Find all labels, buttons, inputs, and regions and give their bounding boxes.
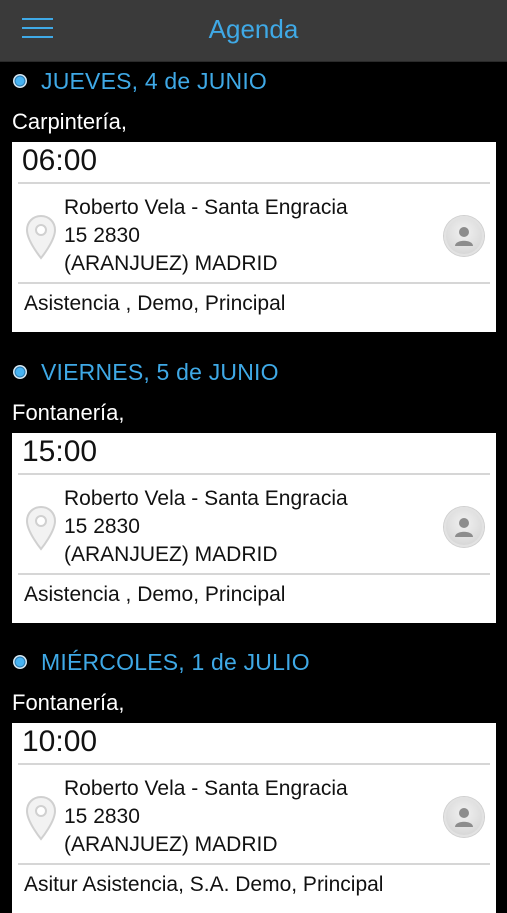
divider [18, 473, 490, 475]
person-icon [455, 518, 473, 537]
person-icon [455, 808, 473, 827]
appointment-time: 06:00 [22, 144, 98, 177]
appointment-tags: Asitur Asistencia, S.A. Demo, Principal [24, 873, 384, 896]
appointment-tags: Asistencia , Demo, Principal [24, 292, 286, 315]
appointment-time: 15:00 [22, 435, 98, 468]
address-line: 15 2830 [64, 224, 140, 247]
divider [18, 863, 490, 865]
address-block: Roberto Vela - Santa Engracia 15 2830 (A… [64, 194, 348, 278]
service-type-label: Carpintería, [12, 109, 127, 134]
day-header: JUEVES, 4 de JUNIO [0, 62, 507, 102]
divider [18, 573, 490, 575]
top-bar: Agenda [0, 0, 507, 62]
day-date-label: MIÉRCOLES, 1 de JULIO [41, 649, 310, 675]
address-block: Roberto Vela - Santa Engracia 15 2830 (A… [64, 775, 348, 859]
person-icon [455, 227, 473, 246]
divider [18, 282, 490, 284]
bullet-dot-icon [13, 365, 27, 379]
day-date-label: VIERNES, 5 de JUNIO [41, 359, 279, 385]
contact-button[interactable] [444, 216, 484, 256]
divider [18, 763, 490, 765]
address-line: Roberto Vela - Santa Engracia [64, 777, 348, 800]
appointment-card[interactable]: 06:00 Roberto Vela - Santa Engracia 15 2… [12, 142, 496, 332]
service-type-label: Fontanería, [12, 400, 125, 425]
appointment-time: 10:00 [22, 725, 98, 758]
address-block: Roberto Vela - Santa Engracia 15 2830 (A… [64, 485, 348, 569]
address-line: (ARANJUEZ) MADRID [64, 833, 278, 856]
appointment-tags: Asistencia , Demo, Principal [24, 583, 286, 606]
contact-button[interactable] [444, 797, 484, 837]
address-line: (ARANJUEZ) MADRID [64, 543, 278, 566]
map-pin-icon [25, 505, 57, 551]
address-line: Roberto Vela - Santa Engracia [64, 487, 348, 510]
address-line: Roberto Vela - Santa Engracia [64, 196, 348, 219]
address-line: (ARANJUEZ) MADRID [64, 252, 278, 275]
day-date-label: JUEVES, 4 de JUNIO [41, 68, 268, 94]
contact-button[interactable] [444, 507, 484, 547]
map-pin-icon [25, 214, 57, 260]
bullet-dot-icon [13, 74, 27, 88]
appointment-card[interactable]: 10:00 Roberto Vela - Santa Engracia 15 2… [12, 723, 496, 913]
address-line: 15 2830 [64, 805, 140, 828]
map-pin-icon [25, 795, 57, 841]
service-type-label: Fontanería, [12, 690, 125, 715]
divider [18, 182, 490, 184]
day-header: MIÉRCOLES, 1 de JULIO [0, 643, 507, 683]
day-header: VIERNES, 5 de JUNIO [0, 353, 507, 393]
page-title: Agenda [208, 14, 299, 44]
bullet-dot-icon [13, 655, 27, 669]
appointment-card[interactable]: 15:00 Roberto Vela - Santa Engracia 15 2… [12, 433, 496, 623]
address-line: 15 2830 [64, 515, 140, 538]
